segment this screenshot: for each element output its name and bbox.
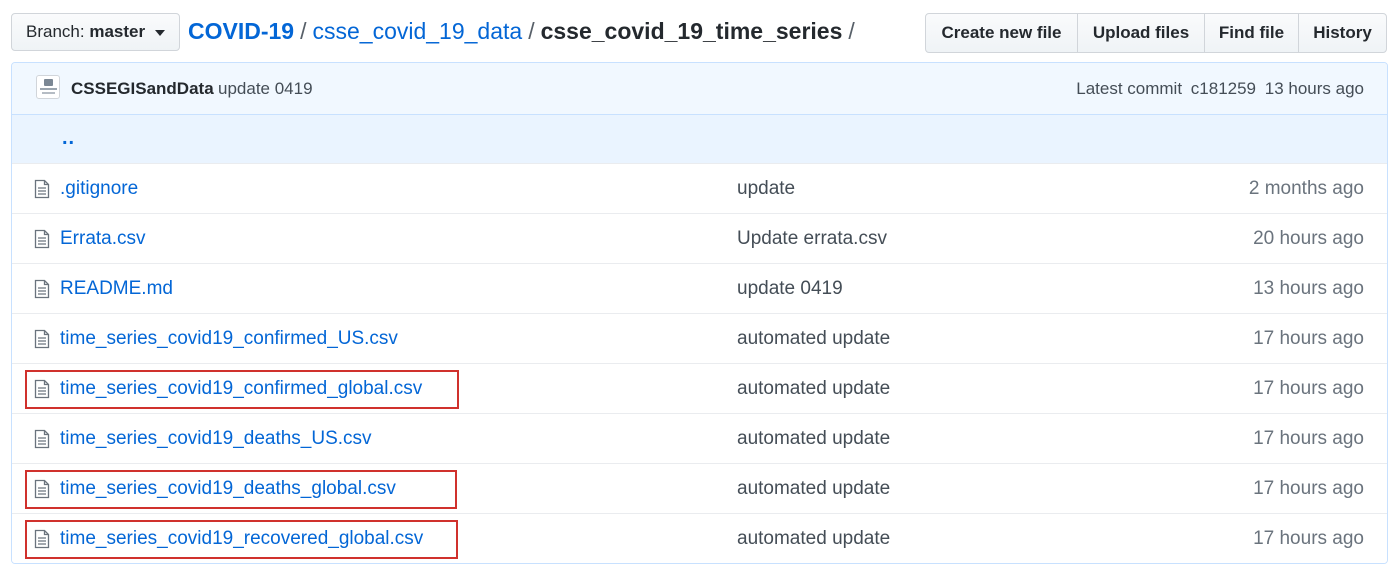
file-name-link[interactable]: README.md [60,278,173,300]
file-row: time_series_covid19_deaths_global.csv aut… [12,464,1387,514]
file-commit-message-link[interactable]: automated update [737,478,890,500]
breadcrumb-current-folder: csse_covid_19_time_series [540,18,843,44]
branch-select-button[interactable]: Branch: master [11,13,180,51]
latest-commit-label: Latest commit [1076,79,1183,98]
file-commit-age: 17 hours ago [1253,478,1364,499]
commit-age: 13 hours ago [1264,79,1364,98]
file-text-icon [34,479,50,499]
breadcrumb-separator: / [848,18,855,44]
file-row: time_series_covid19_confirmed_US.csv auto… [12,314,1387,364]
parent-directory-link[interactable]: .. [62,128,75,148]
branch-name: master [89,22,146,41]
file-commit-age: 13 hours ago [1253,278,1364,299]
file-commit-message-link[interactable]: automated update [737,528,890,550]
breadcrumb-folder-link[interactable]: csse_covid_19_data [312,18,522,44]
commit-sha-link[interactable]: c181259 [1187,79,1260,98]
breadcrumb-separator: / [300,18,307,44]
avatar[interactable] [36,75,60,99]
file-text-icon [34,279,50,299]
breadcrumb: COVID-19/csse_covid_19_data / csse_covid_1… [188,16,861,46]
file-row: README.md update 0419 13 hours ago [12,264,1387,314]
breadcrumb-separator: / [528,18,535,44]
latest-commit-bar: CSSEGISandData update 0419 Latest commit… [12,63,1387,115]
history-button[interactable]: History [1299,14,1386,52]
find-file-button[interactable]: Find file [1205,14,1299,52]
file-row: Errata.csv Update errata.csv 20 hours ago [12,214,1387,264]
file-text-icon [34,229,50,249]
file-text-icon [34,379,50,399]
file-commit-message-link[interactable]: update [737,178,795,200]
file-commit-age: 17 hours ago [1253,428,1364,449]
repo-toolbar: Branch: master COVID-19/csse_covid_19_da… [0,0,1400,62]
caret-down-icon [154,29,165,36]
file-text-icon [34,329,50,349]
file-list: CSSEGISandData update 0419 Latest commit… [11,62,1388,564]
file-commit-age: 2 months ago [1248,178,1364,199]
commit-author-link[interactable]: CSSEGISandData [71,78,214,100]
file-name-link[interactable]: time_series_covid19_confirmed_global.csv [60,378,422,400]
parent-directory-row[interactable]: .. [12,115,1387,164]
latest-commit-info: Latest commit c181259 13 hours ago [1076,78,1364,100]
file-commit-message-link[interactable]: automated update [737,378,890,400]
file-name-link[interactable]: time_series_covid19_deaths_US.csv [60,428,372,450]
file-commit-age: 17 hours ago [1253,328,1364,349]
file-name-link[interactable]: Errata.csv [60,228,146,250]
file-commit-message-link[interactable]: automated update [737,428,890,450]
upload-files-button[interactable]: Upload files [1078,14,1205,52]
file-actions-group: Create new file Upload files Find file H… [925,13,1387,53]
file-commit-message-link[interactable]: Update errata.csv [737,228,887,250]
file-row: .gitignore update 2 months ago [12,164,1387,214]
file-row: time_series_covid19_deaths_US.csv automat… [12,414,1387,464]
commit-message-link[interactable]: update 0419 [218,78,313,100]
file-text-icon [34,179,50,199]
branch-prefix: Branch: [26,22,85,41]
file-name-link[interactable]: time_series_covid19_deaths_global.csv [60,478,396,500]
file-name-link[interactable]: time_series_covid19_recovered_global.csv [60,528,423,550]
file-text-icon [34,429,50,449]
file-commit-age: 17 hours ago [1253,378,1364,399]
file-text-icon [34,529,50,549]
file-commit-age: 17 hours ago [1253,528,1364,549]
file-commit-message-link[interactable]: automated update [737,328,890,350]
breadcrumb-repo-link[interactable]: COVID-19 [188,18,294,44]
file-row: time_series_covid19_confirmed_global.csv… [12,364,1387,414]
file-name-link[interactable]: .gitignore [60,178,138,200]
file-commit-age: 20 hours ago [1253,228,1364,249]
file-commit-message-link[interactable]: update 0419 [737,278,843,300]
file-name-link[interactable]: time_series_covid19_confirmed_US.csv [60,328,398,350]
file-row: time_series_covid19_recovered_global.csv… [12,514,1387,563]
create-new-file-button[interactable]: Create new file [926,14,1078,52]
